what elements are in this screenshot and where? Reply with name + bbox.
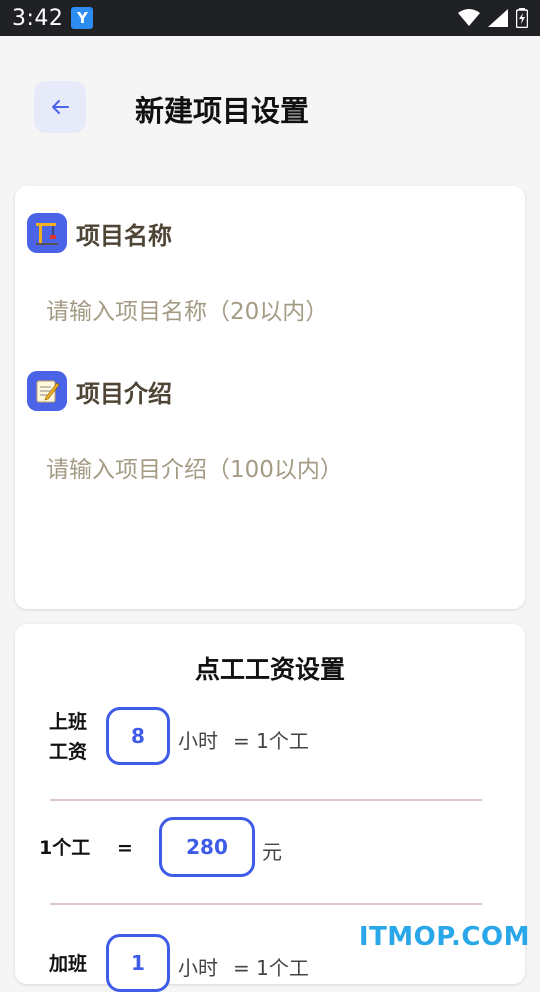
project-intro-label: 项目介绍 — [27, 371, 172, 411]
status-time: 3:42 — [12, 5, 64, 31]
status-bar: 3:42 Y — [0, 0, 540, 36]
divider — [50, 799, 482, 801]
work-wage-label-line2: 工资 — [49, 741, 88, 763]
page-title: 新建项目设置 — [135, 94, 310, 128]
overtime-hours-input[interactable]: 1 — [106, 934, 170, 992]
project-name-label: 项目名称 — [27, 213, 172, 253]
battery-icon — [516, 8, 528, 28]
status-icons — [458, 8, 528, 28]
header: 新建项目设置 — [0, 36, 540, 176]
back-button[interactable] — [34, 81, 86, 133]
project-intro-input[interactable]: 请输入项目介绍（100以内） — [46, 450, 343, 484]
app-badge-icon: Y — [71, 7, 94, 29]
wage-unit: 元 — [262, 840, 282, 864]
unit-label: 1个工 — [39, 837, 91, 859]
wage-section-title: 点工工资设置 — [194, 655, 345, 684]
watermark: ITMOP.COM — [358, 922, 530, 952]
overtime-unit: 小时 — [178, 956, 218, 980]
crane-icon — [27, 213, 67, 253]
project-name-label-text: 项目名称 — [76, 221, 172, 250]
memo-icon — [27, 371, 67, 411]
wifi-icon — [458, 9, 480, 26]
hours-input[interactable]: 8 — [106, 707, 170, 765]
wage-input[interactable]: 280 — [159, 817, 255, 877]
arrow-left-icon — [52, 100, 69, 114]
hours-unit: 小时 — [178, 729, 218, 753]
work-wage-label-line1: 上班 — [49, 711, 88, 733]
signal-icon — [488, 9, 508, 27]
overtime-label: 加班 — [49, 953, 88, 975]
project-name-input[interactable]: 请输入项目名称（20以内） — [46, 292, 328, 326]
overtime-equals: = 1个工 — [233, 956, 309, 980]
unit-equals: = — [117, 837, 133, 859]
project-intro-label-text: 项目介绍 — [76, 379, 172, 408]
divider — [50, 903, 482, 905]
hours-equals: = 1个工 — [233, 729, 309, 753]
project-info-card: 项目名称 请输入项目名称（20以内） 项目介绍 请输入项目介绍（100以内） — [15, 186, 525, 609]
